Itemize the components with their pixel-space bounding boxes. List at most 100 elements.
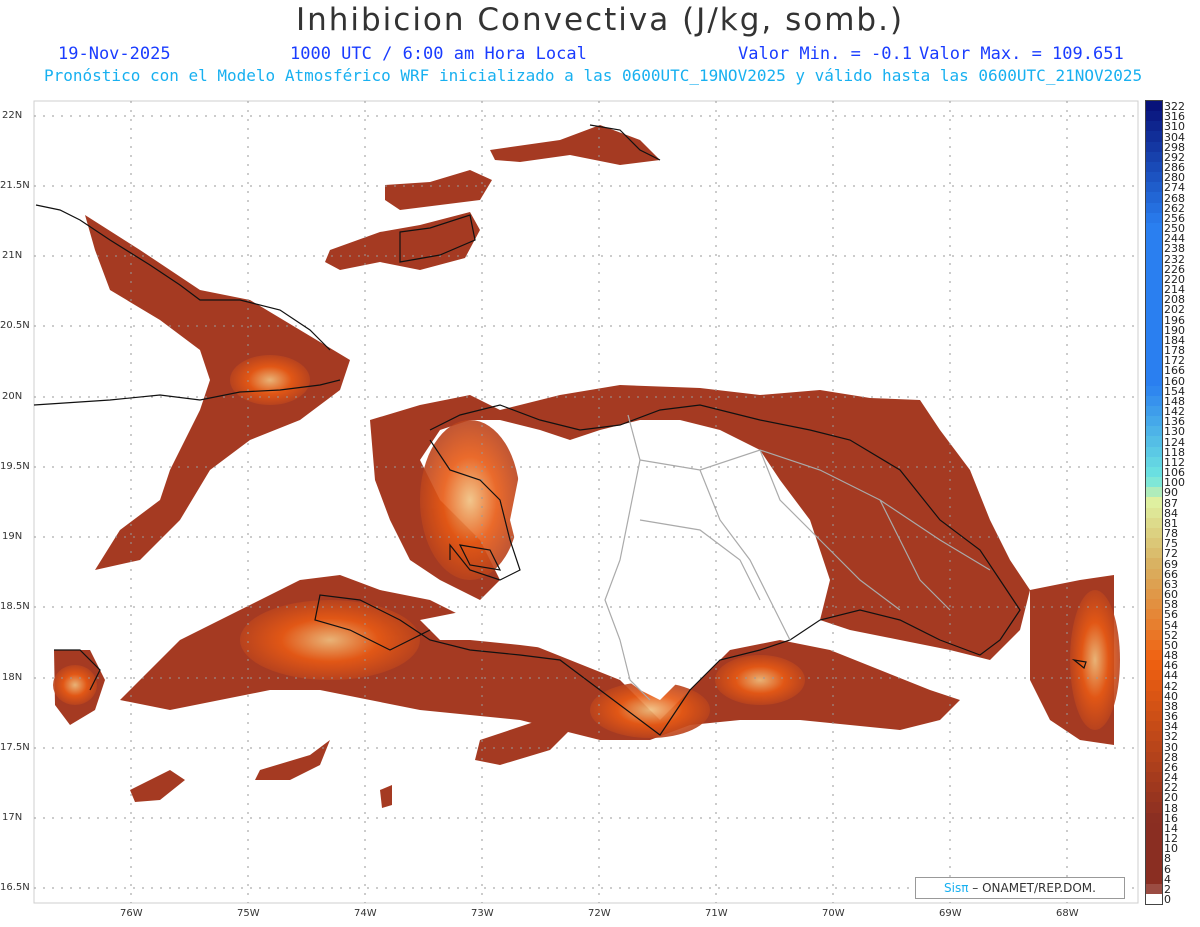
cin-region-south-2: [255, 740, 330, 780]
colorbar-swatch: [1146, 568, 1162, 580]
hot-spot-haiti-north: [420, 420, 520, 580]
lat-label-20n: 20N: [2, 391, 23, 402]
colorbar-swatch: [1146, 731, 1162, 742]
colorbar-swatch: [1146, 538, 1162, 549]
colorbar-swatch: [1146, 782, 1162, 793]
colorbar-swatch: [1146, 578, 1162, 590]
colorbar-swatch: [1146, 314, 1162, 326]
colorbar-swatch: [1146, 395, 1162, 407]
colorbar-swatch: [1146, 822, 1162, 834]
cin-region-south-3: [475, 720, 570, 765]
lon-label-70w: 70W: [822, 908, 845, 919]
cin-region-south-1: [130, 770, 185, 802]
colorbar-swatch: [1146, 873, 1162, 885]
colorbar-swatch: [1146, 639, 1162, 651]
lat-label-18-5n: 18.5N: [0, 601, 30, 612]
colorbar-swatch: [1146, 436, 1162, 448]
colorbar-swatch: [1146, 863, 1162, 874]
colorbar-swatch: [1146, 446, 1162, 458]
colorbar-swatch: [1146, 853, 1162, 864]
lat-label-17-5n: 17.5N: [0, 742, 30, 753]
colorbar-swatch: [1146, 283, 1162, 295]
colorbar-swatch: [1146, 517, 1162, 529]
lat-label-16-5n: 16.5N: [0, 882, 30, 893]
colorbar-swatch: [1146, 334, 1162, 346]
lon-label-69w: 69W: [939, 908, 962, 919]
colorbar-swatch: [1146, 710, 1162, 722]
lon-label-71w: 71W: [705, 908, 728, 919]
colorbar-swatch: [1146, 101, 1162, 112]
colorbar-swatch: [1146, 202, 1162, 214]
colorbar-swatch: [1146, 588, 1162, 600]
lon-label-74w: 74W: [354, 908, 377, 919]
lon-label-75w: 75W: [237, 908, 260, 919]
colorbar-label: 0: [1164, 893, 1171, 906]
colorbar-swatch: [1146, 111, 1162, 122]
colorbar-swatch: [1146, 121, 1162, 132]
colorbar-swatch: [1146, 151, 1162, 163]
colorbar-swatch: [1146, 222, 1162, 234]
cin-region-south-4: [380, 785, 392, 808]
colorbar-swatch: [1146, 304, 1162, 315]
colorbar-swatch: [1146, 629, 1162, 641]
lat-label-21-5n: 21.5N: [0, 180, 30, 191]
colorbar-swatch: [1146, 182, 1162, 193]
colorbar-swatch: [1146, 812, 1162, 824]
colorbar-swatch: [1146, 527, 1162, 539]
colorbar-swatch: [1146, 253, 1162, 265]
lat-label-19-5n: 19.5N: [0, 461, 30, 472]
lon-label-76w: 76W: [120, 908, 143, 919]
credit-text: – ONAMET/REP.DOM.: [972, 881, 1096, 895]
colorbar-swatch: [1146, 161, 1162, 173]
cin-region-north-bahamas: [385, 170, 492, 210]
colorbar-swatch: [1146, 212, 1162, 224]
colorbar-swatch: [1146, 802, 1162, 813]
colorbar-swatch: [1146, 700, 1162, 712]
colorbar-swatch: [1146, 721, 1162, 732]
colorbar-swatch: [1146, 548, 1162, 559]
lon-label-72w: 72W: [588, 908, 611, 919]
colorbar-swatch: [1146, 660, 1162, 671]
colorbar-swatch: [1146, 843, 1162, 854]
colorbar-swatch: [1146, 172, 1162, 183]
hot-spot-south-coast: [715, 655, 805, 705]
colorbar-swatch: [1146, 832, 1162, 844]
colorbar-swatch: [1146, 426, 1162, 437]
colorbar-swatch: [1146, 344, 1162, 356]
colorbar-swatch: [1146, 792, 1162, 803]
colorbar-swatch: [1146, 375, 1162, 387]
credit-box: Sisπ – ONAMET/REP.DOM.: [915, 877, 1125, 899]
colorbar-swatch: [1146, 273, 1162, 285]
colorbar-swatch: [1146, 243, 1162, 254]
lat-label-18n: 18N: [2, 672, 23, 683]
lat-label-19n: 19N: [2, 531, 23, 542]
colorbar-swatch: [1146, 233, 1162, 244]
colorbar-swatch: [1146, 192, 1162, 204]
colorbar-swatch: [1146, 477, 1162, 488]
colorbar-swatch: [1146, 487, 1162, 498]
colorbar-swatch: [1146, 771, 1162, 783]
colorbar: [1145, 100, 1163, 905]
colorbar-swatch: [1146, 355, 1162, 366]
colorbar-swatch: [1146, 883, 1162, 895]
colorbar-swatch: [1146, 507, 1162, 519]
hot-spot-jamaica: [53, 665, 97, 705]
colorbar-swatch: [1146, 416, 1162, 427]
colorbar-swatch: [1146, 690, 1162, 702]
colorbar-swatch: [1146, 456, 1162, 468]
lat-label-21n: 21N: [2, 250, 23, 261]
colorbar-swatch: [1146, 141, 1162, 153]
colorbar-swatch: [1146, 558, 1162, 570]
colorbar-swatch: [1146, 497, 1162, 509]
colorbar-swatch: [1146, 609, 1162, 620]
colorbar-swatch: [1146, 131, 1162, 143]
colorbar-swatch: [1146, 294, 1162, 305]
lon-label-68w: 68W: [1056, 908, 1079, 919]
colorbar-swatch: [1146, 599, 1162, 610]
colorbar-swatch: [1146, 649, 1162, 661]
colorbar-swatch: [1146, 619, 1162, 631]
colorbar-swatch: [1146, 263, 1162, 275]
colorbar-swatch: [1146, 761, 1162, 773]
lat-label-22n: 22N: [2, 110, 23, 121]
colorbar-swatch: [1146, 365, 1162, 376]
